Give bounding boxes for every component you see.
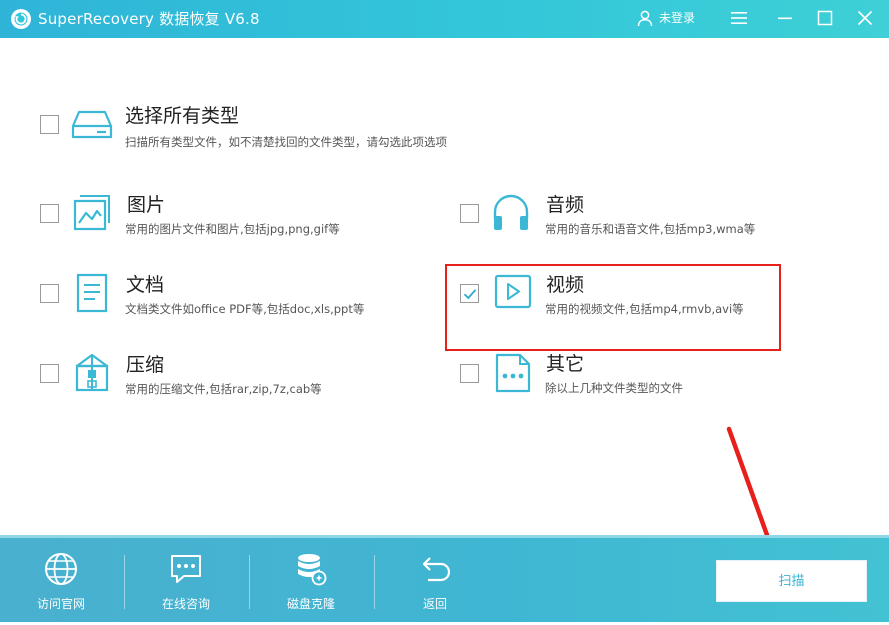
option-document[interactable]: 文档 文档类文件如office PDF等,包括doc,xls,ppt等 — [40, 272, 420, 326]
option-title: 压缩 — [126, 354, 165, 376]
option-title: 音频 — [546, 194, 585, 216]
option-description: 常用的压缩文件,包括rar,zip,7z,cab等 — [125, 382, 322, 396]
maximize-icon[interactable] — [816, 9, 834, 27]
archive-icon — [75, 353, 109, 392]
title-bar: SuperRecovery 数据恢复 V6.8 未登录 — [0, 0, 889, 38]
app-title: SuperRecovery 数据恢复 V6.8 — [38, 10, 260, 28]
checkbox-image[interactable] — [40, 204, 59, 223]
toolbar-separator — [124, 555, 125, 609]
scan-button[interactable]: 扫描 — [716, 560, 867, 602]
user-icon[interactable] — [636, 9, 654, 27]
option-description: 常用的图片文件和图片,包括jpg,png,gif等 — [125, 222, 340, 236]
option-title: 文档 — [126, 274, 165, 296]
toolbar-separator — [374, 555, 375, 609]
online-consult-button[interactable]: 在线咨询 — [136, 538, 236, 625]
chat-icon — [171, 555, 201, 583]
toolbar-separator — [249, 555, 250, 609]
option-all-types[interactable]: 选择所有类型 扫描所有类型文件，如不清楚找回的文件类型，请勾选此项选项 — [40, 104, 500, 158]
database-icon — [298, 554, 327, 586]
option-description: 文档类文件如office PDF等,包括doc,xls,ppt等 — [125, 302, 365, 316]
option-audio[interactable]: 音频 常用的音乐和语音文件,包括mp3,wma等 — [460, 192, 840, 246]
checkbox-document[interactable] — [40, 284, 59, 303]
tool-label: 在线咨询 — [161, 597, 210, 611]
menu-icon[interactable] — [730, 9, 748, 27]
option-description: 常用的音乐和语音文件,包括mp3,wma等 — [545, 222, 756, 236]
back-button[interactable]: 返回 — [385, 538, 485, 625]
annotation-highlight-box — [445, 264, 781, 351]
tool-label: 访问官网 — [36, 597, 85, 611]
option-title: 选择所有类型 — [125, 105, 240, 127]
option-image[interactable]: 图片 常用的图片文件和图片,包括jpg,png,gif等 — [40, 192, 420, 246]
image-icon — [73, 195, 110, 231]
option-title: 其它 — [546, 353, 585, 375]
tool-label: 磁盘克隆 — [286, 597, 335, 611]
tool-label: 返回 — [422, 597, 447, 611]
checkbox-audio[interactable] — [460, 204, 479, 223]
checkbox-archive[interactable] — [40, 364, 59, 383]
more-file-icon — [495, 353, 531, 393]
document-icon — [76, 273, 108, 313]
option-other[interactable]: 其它 除以上几种文件类型的文件 — [460, 352, 840, 406]
close-icon[interactable] — [856, 9, 874, 27]
visit-website-button[interactable]: 访问官网 — [11, 538, 111, 625]
minimize-icon[interactable] — [776, 9, 794, 27]
bottom-toolbar: 访问官网 在线咨询 磁盘克隆 返回 扫描 — [0, 538, 889, 625]
drive-icon — [71, 110, 113, 139]
checkbox-all-types[interactable] — [40, 115, 59, 134]
globe-icon — [45, 553, 77, 585]
checkbox-other[interactable] — [460, 364, 479, 383]
option-description: 除以上几种文件类型的文件 — [545, 381, 683, 395]
return-arrow-icon — [422, 557, 451, 582]
login-status-link[interactable]: 未登录 — [659, 10, 695, 26]
app-logo-icon — [11, 9, 31, 29]
option-title: 图片 — [127, 194, 166, 216]
option-description: 扫描所有类型文件，如不清楚找回的文件类型，请勾选此项选项 — [125, 135, 447, 149]
headphones-icon — [493, 194, 529, 230]
disk-clone-button[interactable]: 磁盘克隆 — [261, 538, 361, 625]
option-archive[interactable]: 压缩 常用的压缩文件,包括rar,zip,7z,cab等 — [40, 352, 420, 406]
